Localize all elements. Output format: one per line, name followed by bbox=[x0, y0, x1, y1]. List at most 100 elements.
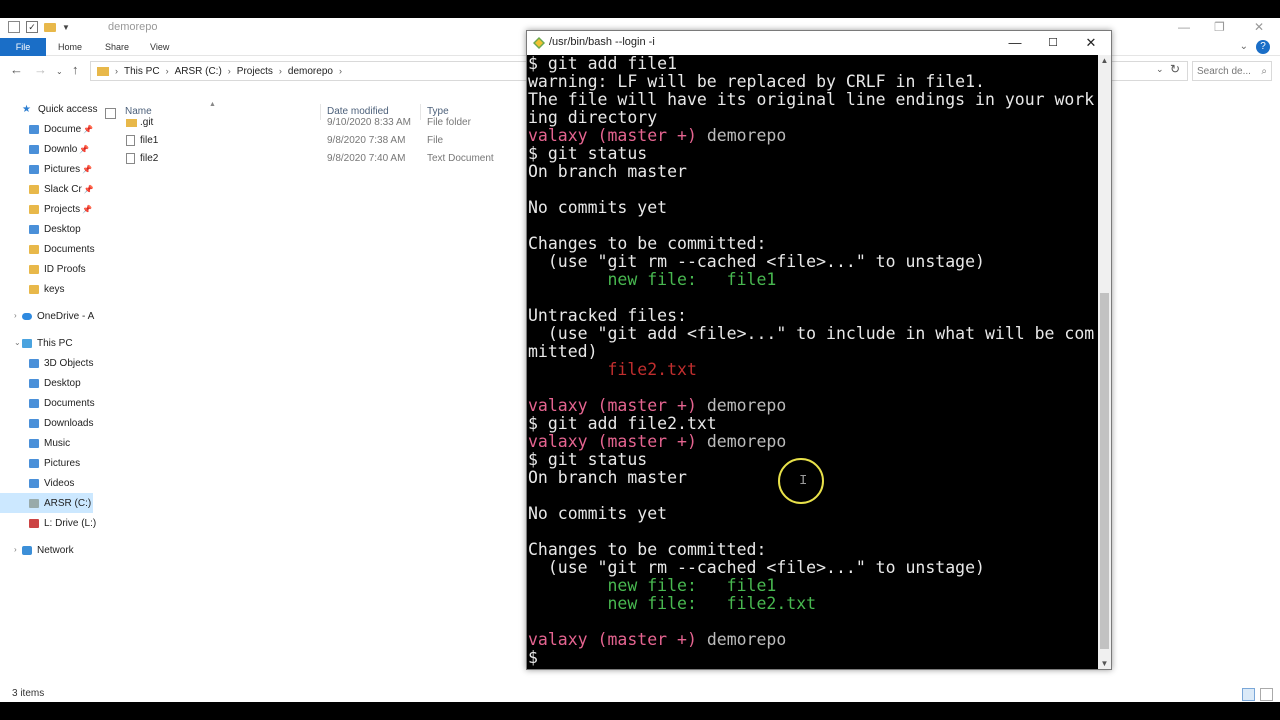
tab-view[interactable]: View bbox=[142, 38, 177, 56]
sidebar-item-documents-pinned[interactable]: Docume 📌 bbox=[29, 119, 124, 139]
close-icon[interactable]: ✕ bbox=[1073, 33, 1109, 53]
tab-share[interactable]: Share bbox=[97, 38, 137, 56]
address-dropdown-icon[interactable]: ⌄ bbox=[1156, 64, 1164, 75]
properties-icon[interactable]: ✓ bbox=[26, 21, 38, 33]
terminal-text: $ bbox=[528, 648, 538, 667]
search-input[interactable]: Search de... ⌕ bbox=[1192, 61, 1272, 81]
status-bar: 3 items bbox=[0, 687, 1280, 702]
large-icons-view-icon[interactable] bbox=[1260, 688, 1273, 701]
mintty-icon[interactable] bbox=[533, 37, 545, 49]
breadcrumb-separator-icon[interactable]: › bbox=[166, 66, 169, 76]
breadcrumb-separator-icon[interactable]: › bbox=[339, 66, 342, 76]
folder-icon bbox=[29, 284, 39, 294]
sidebar-item-desktop-recent[interactable]: Desktop bbox=[29, 219, 124, 239]
sidebar-item-l-drive[interactable]: L: Drive (L:) bbox=[29, 513, 124, 533]
sidebar-item-label: ID Proofs bbox=[44, 263, 86, 275]
scrollbar-thumb[interactable] bbox=[1100, 293, 1109, 649]
select-all-checkbox[interactable] bbox=[105, 108, 116, 119]
sidebar-item-desktop[interactable]: Desktop bbox=[29, 373, 124, 393]
terminal-output[interactable]: $ git add file1 warning: LF will be repla… bbox=[527, 55, 1098, 669]
sidebar-item-projects-pinned[interactable]: Projects 📌 bbox=[29, 199, 124, 219]
sidebar-item-documents[interactable]: Documents bbox=[29, 393, 124, 413]
breadcrumb-drive[interactable]: ARSR (C:) bbox=[175, 66, 222, 77]
terminal-text: (master +) bbox=[597, 126, 697, 145]
sidebar-item-keys[interactable]: keys bbox=[29, 279, 124, 299]
address-bar[interactable]: › This PC › ARSR (C:) › Projects › demor… bbox=[90, 61, 530, 81]
terminal-line: new file: file1 bbox=[528, 271, 776, 289]
terminal-text: valaxy bbox=[528, 630, 598, 649]
expand-caret-icon[interactable]: › bbox=[14, 545, 17, 554]
recent-locations-icon[interactable]: ⌄ bbox=[56, 67, 63, 76]
file-row[interactable]: .git 9/10/2020 8:33 AM File folder bbox=[120, 114, 520, 132]
close-icon[interactable]: ✕ bbox=[1254, 20, 1264, 34]
system-menu-icon[interactable] bbox=[8, 21, 20, 33]
terminal-line: $ git add file1 bbox=[528, 55, 677, 73]
sidebar-item-pictures[interactable]: Pictures bbox=[29, 453, 124, 473]
sidebar-item-label: Desktop bbox=[44, 223, 81, 235]
computer-icon bbox=[22, 338, 32, 348]
ribbon-expand-icon[interactable]: ⌄ bbox=[1240, 41, 1248, 52]
terminal-text: (master +) bbox=[597, 630, 697, 649]
terminal-text: $ git add file1 bbox=[528, 55, 678, 73]
sidebar-item-network[interactable]: Network bbox=[22, 540, 117, 560]
scroll-down-icon[interactable]: ▼ bbox=[1098, 659, 1111, 668]
sidebar-item-3d-objects[interactable]: 3D Objects bbox=[29, 353, 124, 373]
file-date: 9/8/2020 7:38 AM bbox=[327, 135, 406, 146]
sidebar-item-documents-recent[interactable]: Documents bbox=[29, 239, 124, 259]
maximize-icon[interactable]: ☐ bbox=[1035, 33, 1071, 53]
restore-icon[interactable]: ❐ bbox=[1214, 20, 1225, 34]
file-row[interactable]: file1 9/8/2020 7:38 AM File bbox=[120, 132, 520, 150]
breadcrumb-demorepo[interactable]: demorepo bbox=[288, 66, 333, 77]
sidebar-item-label: keys bbox=[44, 283, 65, 295]
sidebar-item-label: ARSR (C:) bbox=[44, 497, 92, 509]
terminal-text: Untracked files: bbox=[528, 306, 687, 325]
customize-toolbar-icon[interactable]: ▼ bbox=[62, 23, 70, 32]
up-arrow-icon[interactable]: ↑ bbox=[72, 62, 79, 77]
tab-home[interactable]: Home bbox=[50, 38, 90, 56]
expand-caret-icon[interactable]: ⌄ bbox=[14, 338, 21, 347]
breadcrumb-separator-icon[interactable]: › bbox=[115, 66, 118, 76]
folder-icon bbox=[29, 264, 39, 274]
videos-icon bbox=[29, 478, 39, 488]
sidebar-item-this-pc[interactable]: This PC bbox=[22, 333, 117, 353]
minimize-icon[interactable]: — bbox=[1178, 20, 1190, 34]
help-icon[interactable]: ? bbox=[1256, 40, 1270, 54]
terminal-text: valaxy bbox=[528, 432, 598, 451]
file-row[interactable]: file2 9/8/2020 7:40 AM Text Document bbox=[120, 150, 520, 168]
new-folder-icon[interactable] bbox=[44, 22, 56, 32]
file-type: File bbox=[427, 135, 444, 146]
sidebar-item-videos[interactable]: Videos bbox=[29, 473, 124, 493]
sidebar-item-slack-pinned[interactable]: Slack Cr 📌 bbox=[29, 179, 124, 199]
expand-caret-icon[interactable]: › bbox=[14, 311, 17, 320]
terminal-line: $ bbox=[528, 649, 538, 667]
forward-arrow-icon[interactable]: → bbox=[34, 62, 47, 77]
back-arrow-icon[interactable]: ← bbox=[10, 62, 23, 77]
sidebar-item-onedrive[interactable]: OneDrive - A bbox=[22, 306, 117, 326]
folder-icon bbox=[29, 184, 39, 194]
minimize-icon[interactable]: — bbox=[997, 33, 1033, 53]
terminal-line: $ git status bbox=[528, 145, 647, 163]
explorer-window-title: demorepo bbox=[108, 21, 158, 33]
network-drive-icon bbox=[29, 518, 39, 528]
sidebar-item-label: L: Drive (L:) bbox=[44, 517, 97, 529]
breadcrumb-separator-icon[interactable]: › bbox=[228, 66, 231, 76]
sidebar-item-music[interactable]: Music bbox=[29, 433, 124, 453]
refresh-icon[interactable]: ↻ bbox=[1170, 62, 1180, 76]
scroll-up-icon[interactable]: ▲ bbox=[1098, 56, 1111, 65]
sidebar-item-pictures-pinned[interactable]: Pictures 📌 bbox=[29, 159, 124, 179]
terminal-scrollbar[interactable]: ▲ ▼ bbox=[1098, 55, 1111, 669]
item-count: 3 items bbox=[12, 688, 45, 699]
sidebar-item-downloads-pinned[interactable]: Downlo 📌 bbox=[29, 139, 124, 159]
sidebar-item-arsr-drive[interactable]: ARSR (C:) bbox=[0, 493, 93, 513]
details-view-icon[interactable] bbox=[1242, 688, 1255, 701]
tab-file[interactable]: File bbox=[0, 38, 46, 56]
breadcrumb-separator-icon[interactable]: › bbox=[279, 66, 282, 76]
sidebar-item-label: Projects bbox=[44, 203, 81, 215]
sidebar-item-label: Pictures bbox=[44, 457, 81, 469]
sidebar-item-id-proofs[interactable]: ID Proofs bbox=[29, 259, 124, 279]
desktop-icon bbox=[29, 378, 39, 388]
sidebar-item-quick-access[interactable]: ★ Quick access bbox=[22, 99, 117, 119]
breadcrumb-this-pc[interactable]: This PC bbox=[124, 66, 160, 77]
sidebar-item-downloads[interactable]: Downloads bbox=[29, 413, 124, 433]
breadcrumb-projects[interactable]: Projects bbox=[237, 66, 273, 77]
